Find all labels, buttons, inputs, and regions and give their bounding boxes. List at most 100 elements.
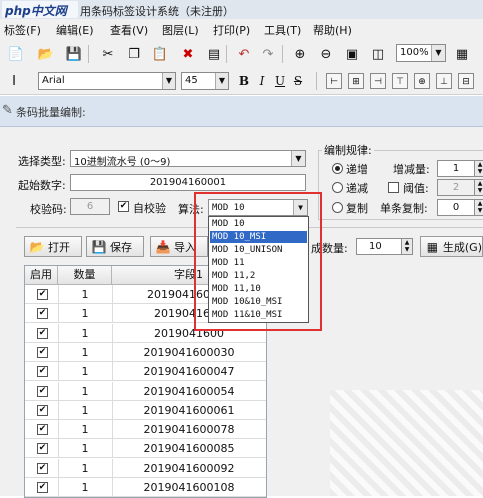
algo-option[interactable]: MOD 10&10_MSI [210, 296, 307, 308]
threshold-checkbox[interactable] [388, 182, 399, 193]
menu-edit[interactable]: 编辑(E) [56, 22, 94, 38]
font-size-select[interactable]: 45 ▼ [181, 72, 229, 90]
enabled-checkbox[interactable]: ✔ [37, 346, 48, 358]
single-copy-input[interactable]: 0 [437, 199, 475, 216]
delete-icon[interactable]: ✖ [178, 44, 198, 64]
field1-cell[interactable]: 2019041600078 [112, 420, 266, 439]
algo-option[interactable]: MOD 10 [210, 218, 307, 230]
underline-button[interactable]: U [272, 72, 288, 90]
field1-cell[interactable]: 2019041600054 [112, 382, 266, 401]
table-row[interactable]: ✔ 1 2019041600 [25, 323, 266, 343]
paste-icon[interactable]: 📋 [150, 44, 170, 64]
menu-tools[interactable]: 工具(T) [264, 22, 301, 38]
field1-cell[interactable]: 2019041600092 [112, 459, 266, 478]
quantity-cell[interactable]: 1 [58, 323, 113, 343]
properties-icon[interactable]: ▤ [204, 44, 224, 64]
select-type-combo[interactable]: 10进制流水号 (0～9) ▼ [70, 150, 306, 167]
quantity-cell[interactable]: 1 [58, 342, 113, 362]
gen-count-spinner[interactable]: ▲ ▼ [401, 238, 413, 255]
align-right-icon[interactable]: ⊣ [370, 73, 386, 89]
open-folder-icon[interactable]: 📂 [36, 44, 56, 64]
decrement-radio[interactable] [332, 182, 343, 193]
enabled-checkbox[interactable]: ✔ [37, 385, 48, 397]
generate-button[interactable]: ▦ 生成(G) [420, 236, 483, 257]
grid-icon[interactable]: ▦ [452, 44, 472, 64]
field1-cell[interactable]: 2019041600061 [112, 401, 266, 420]
fit-page-icon[interactable]: ▣ [342, 44, 362, 64]
field1-cell[interactable]: 2019041600108 [112, 478, 266, 497]
algo-option[interactable]: MOD 11,2 [210, 270, 307, 282]
enabled-checkbox[interactable]: ✔ [37, 424, 48, 436]
align-bottom-icon[interactable]: ⊥ [436, 73, 452, 89]
import-button[interactable]: 📥 导入 [150, 236, 208, 257]
threshold-spinner[interactable]: ▲ ▼ [474, 179, 483, 196]
align-middle-icon[interactable]: ⊕ [414, 73, 430, 89]
table-row[interactable]: ✔ 1 2019041600092 [25, 458, 266, 478]
step-input[interactable]: 1 [437, 160, 475, 177]
font-select[interactable]: Arial ▼ [38, 72, 176, 90]
cut-icon[interactable]: ✂ [98, 44, 118, 64]
open-button[interactable]: 📂 打开 [24, 236, 82, 257]
table-row[interactable]: ✔ 1 2019041600085 [25, 439, 266, 459]
enabled-checkbox[interactable]: ✔ [37, 404, 48, 416]
field1-cell[interactable]: 2019041600 [112, 324, 266, 343]
table-row[interactable]: ✔ 1 2019041600054 [25, 381, 266, 401]
actual-size-icon[interactable]: ◫ [368, 44, 388, 64]
italic-button[interactable]: I [254, 72, 270, 90]
menu-label[interactable]: 标签(F) [4, 22, 41, 38]
zoom-in-icon[interactable]: ⊕ [290, 44, 310, 64]
save-button[interactable]: 💾 保存 [86, 236, 144, 257]
algo-option[interactable]: MOD 11 [210, 257, 307, 269]
algo-option-selected[interactable]: MOD 10_MSI [210, 231, 307, 243]
start-number-input[interactable]: 201904160001 [70, 174, 306, 191]
save-icon[interactable]: 💾 [64, 44, 84, 64]
quantity-cell[interactable]: 1 [58, 458, 113, 478]
algo-option[interactable]: MOD 10_UNISON [210, 244, 307, 256]
algo-option[interactable]: MOD 11&10_MSI [210, 309, 307, 321]
single-copy-spinner[interactable]: ▲ ▼ [474, 199, 483, 216]
copy-radio[interactable] [332, 202, 343, 213]
algorithm-select[interactable]: MOD 10 ▼ [208, 199, 308, 216]
align-top-icon[interactable]: ⊤ [392, 73, 408, 89]
field1-cell[interactable]: 2019041600047 [112, 362, 266, 381]
menu-help[interactable]: 帮助(H) [313, 22, 352, 38]
menu-layer[interactable]: 图层(L) [162, 22, 199, 38]
enabled-checkbox[interactable]: ✔ [37, 462, 48, 474]
menu-print[interactable]: 打印(P) [213, 22, 250, 38]
menu-view[interactable]: 查看(V) [110, 22, 148, 38]
align-left-icon[interactable]: ⊢ [326, 73, 342, 89]
quantity-cell[interactable]: 1 [58, 381, 113, 401]
redo-icon[interactable]: ↷ [258, 44, 278, 64]
column-header-enabled[interactable]: 启用 [25, 266, 58, 285]
align-center-icon[interactable]: ⊞ [348, 73, 364, 89]
enabled-checkbox[interactable]: ✔ [37, 482, 48, 493]
quantity-cell[interactable]: 1 [58, 285, 113, 304]
table-row[interactable]: ✔ 1 2019041600108 [25, 478, 266, 497]
quantity-cell[interactable]: 1 [58, 478, 113, 497]
step-spinner[interactable]: ▲ ▼ [474, 160, 483, 177]
quantity-cell[interactable]: 1 [58, 400, 113, 420]
table-row[interactable]: ✔ 1 2019041600047 [25, 362, 266, 382]
quantity-cell[interactable]: 1 [58, 439, 113, 459]
gen-count-input[interactable]: 10 [356, 238, 402, 255]
quantity-cell[interactable]: 1 [58, 362, 113, 382]
increment-radio[interactable] [332, 163, 343, 174]
quantity-cell[interactable]: 1 [58, 420, 113, 440]
field1-cell[interactable]: 2019041600085 [112, 439, 266, 458]
table-row[interactable]: ✔ 1 2019041600030 [25, 342, 266, 362]
table-row[interactable]: ✔ 1 2019041600078 [25, 420, 266, 440]
zoom-out-icon[interactable]: ⊖ [316, 44, 336, 64]
auto-check-checkbox[interactable]: ✔ [118, 201, 129, 212]
quantity-cell[interactable]: 1 [58, 304, 113, 324]
enabled-checkbox[interactable]: ✔ [37, 327, 48, 339]
enabled-checkbox[interactable]: ✔ [37, 289, 48, 300]
undo-icon[interactable]: ↶ [234, 44, 254, 64]
table-row[interactable]: ✔ 1 2019041600061 [25, 400, 266, 420]
enabled-checkbox[interactable]: ✔ [37, 308, 48, 320]
bold-button[interactable]: B [236, 72, 252, 90]
distribute-icon[interactable]: ⊟ [458, 73, 474, 89]
copy-icon[interactable]: ❐ [124, 44, 144, 64]
new-file-icon[interactable]: 📄 [6, 44, 26, 64]
strike-button[interactable]: S [290, 72, 306, 90]
zoom-select[interactable]: 100% ▼ [396, 44, 446, 62]
